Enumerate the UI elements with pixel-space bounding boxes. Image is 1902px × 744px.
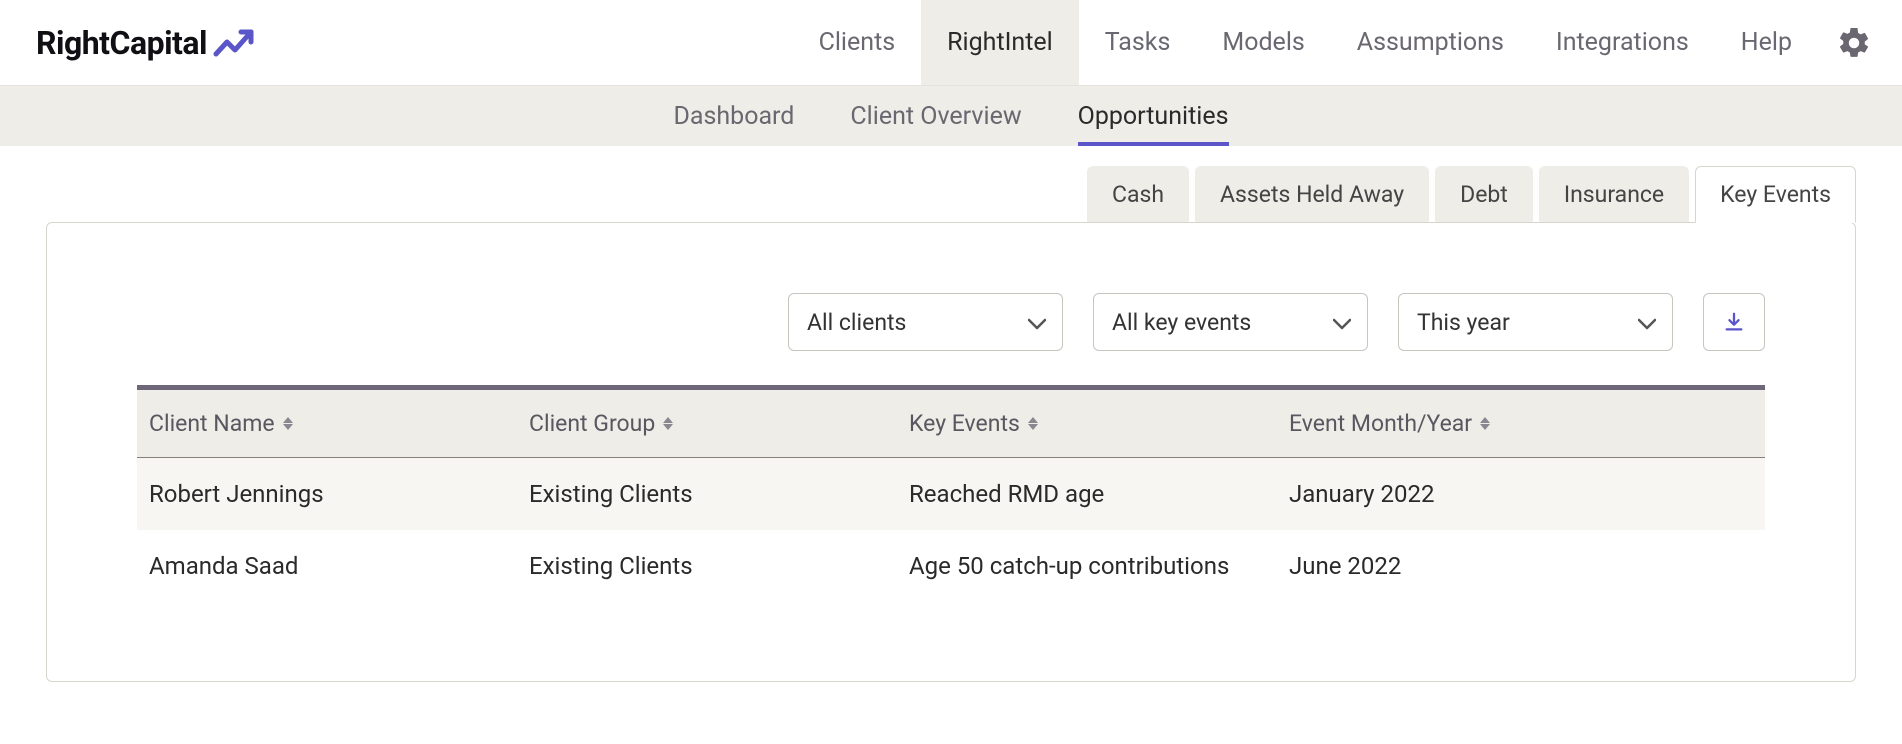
table-cell: Amanda Saad bbox=[137, 530, 517, 602]
topnav-item-tasks[interactable]: Tasks bbox=[1079, 0, 1197, 85]
download-icon bbox=[1723, 311, 1745, 333]
col-header-event-month-year[interactable]: Event Month/Year bbox=[1277, 390, 1765, 457]
settings-gear-button[interactable] bbox=[1818, 25, 1902, 61]
key-events-panel: All clients All key events This year bbox=[46, 222, 1856, 682]
table-cell: June 2022 bbox=[1277, 530, 1765, 602]
table-cell: Age 50 catch-up contributions bbox=[897, 530, 1277, 602]
top-nav-items: Clients RightIntel Tasks Models Assumptions I… bbox=[793, 0, 1818, 85]
topnav-item-clients[interactable]: Clients bbox=[793, 0, 922, 85]
table-body: Robert JenningsExisting ClientsReached R… bbox=[137, 458, 1765, 602]
sort-icon bbox=[663, 417, 673, 430]
col-header-client-group[interactable]: Client Group bbox=[517, 390, 897, 457]
topnav-item-label: Help bbox=[1741, 28, 1792, 57]
col-header-label: Client Name bbox=[149, 410, 275, 437]
chevron-down-icon bbox=[1638, 309, 1656, 336]
subnav-item-dashboard[interactable]: Dashboard bbox=[645, 86, 822, 146]
col-header-label: Event Month/Year bbox=[1289, 410, 1472, 437]
table-cell: Existing Clients bbox=[517, 458, 897, 530]
key-events-table: Client Name Client Group Key Events bbox=[137, 385, 1765, 602]
tab-assets-held-away[interactable]: Assets Held Away bbox=[1195, 166, 1429, 223]
subnav-item-label: Dashboard bbox=[673, 102, 794, 131]
table-cell: Robert Jennings bbox=[137, 458, 517, 530]
filter-clients-value: All clients bbox=[807, 309, 906, 336]
topnav-item-label: Assumptions bbox=[1357, 28, 1504, 57]
table-cell: Existing Clients bbox=[517, 530, 897, 602]
opportunity-tabs: Cash Assets Held Away Debt Insurance Key Eve… bbox=[0, 146, 1902, 223]
topnav-item-integrations[interactable]: Integrations bbox=[1530, 0, 1715, 85]
filter-events-select[interactable]: All key events bbox=[1093, 293, 1368, 351]
brand-name: RightCapital bbox=[36, 24, 207, 62]
tab-label: Debt bbox=[1460, 181, 1508, 208]
filter-period-value: This year bbox=[1417, 309, 1510, 336]
chevron-down-icon bbox=[1028, 309, 1046, 336]
tab-label: Assets Held Away bbox=[1220, 181, 1404, 208]
subnav-item-opportunities[interactable]: Opportunities bbox=[1050, 86, 1257, 146]
brand-arrow-icon bbox=[213, 26, 255, 60]
topnav-item-help[interactable]: Help bbox=[1715, 0, 1818, 85]
topnav-item-label: Clients bbox=[819, 28, 896, 57]
sort-icon bbox=[283, 417, 293, 430]
table-cell: January 2022 bbox=[1277, 458, 1765, 530]
tab-label: Key Events bbox=[1720, 181, 1831, 208]
table-header-row: Client Name Client Group Key Events bbox=[137, 390, 1765, 458]
filter-row: All clients All key events This year bbox=[137, 293, 1765, 351]
col-header-label: Client Group bbox=[529, 410, 655, 437]
sub-nav: Dashboard Client Overview Opportunities bbox=[0, 86, 1902, 146]
topnav-item-label: Tasks bbox=[1105, 28, 1171, 57]
tab-debt[interactable]: Debt bbox=[1435, 166, 1533, 223]
topnav-item-assumptions[interactable]: Assumptions bbox=[1331, 0, 1530, 85]
table-row[interactable]: Robert JenningsExisting ClientsReached R… bbox=[137, 458, 1765, 530]
subnav-item-label: Client Overview bbox=[850, 102, 1021, 131]
table-row[interactable]: Amanda SaadExisting ClientsAge 50 catch-… bbox=[137, 530, 1765, 602]
tab-insurance[interactable]: Insurance bbox=[1539, 166, 1689, 223]
tab-cash[interactable]: Cash bbox=[1087, 166, 1189, 223]
topnav-item-models[interactable]: Models bbox=[1196, 0, 1330, 85]
subnav-item-label: Opportunities bbox=[1078, 102, 1229, 131]
topnav-item-label: Integrations bbox=[1556, 28, 1689, 57]
tab-key-events[interactable]: Key Events bbox=[1695, 166, 1856, 223]
sort-icon bbox=[1028, 417, 1038, 430]
download-button[interactable] bbox=[1703, 293, 1765, 351]
topnav-item-rightintel[interactable]: RightIntel bbox=[921, 0, 1079, 85]
col-header-label: Key Events bbox=[909, 410, 1020, 437]
chevron-down-icon bbox=[1333, 309, 1351, 336]
topnav-item-label: Models bbox=[1222, 28, 1304, 57]
subnav-item-client-overview[interactable]: Client Overview bbox=[822, 86, 1049, 146]
topnav-item-label: RightIntel bbox=[947, 28, 1053, 57]
col-header-client-name[interactable]: Client Name bbox=[137, 390, 517, 457]
col-header-key-events[interactable]: Key Events bbox=[897, 390, 1277, 457]
gear-icon bbox=[1836, 25, 1872, 61]
table-cell: Reached RMD age bbox=[897, 458, 1277, 530]
tab-label: Cash bbox=[1112, 181, 1164, 208]
brand-logo[interactable]: RightCapital bbox=[36, 24, 255, 62]
filter-events-value: All key events bbox=[1112, 309, 1251, 336]
filter-clients-select[interactable]: All clients bbox=[788, 293, 1063, 351]
top-nav: RightCapital Clients RightIntel Tasks Model… bbox=[0, 0, 1902, 86]
sort-icon bbox=[1480, 417, 1490, 430]
filter-period-select[interactable]: This year bbox=[1398, 293, 1673, 351]
tab-label: Insurance bbox=[1564, 181, 1664, 208]
